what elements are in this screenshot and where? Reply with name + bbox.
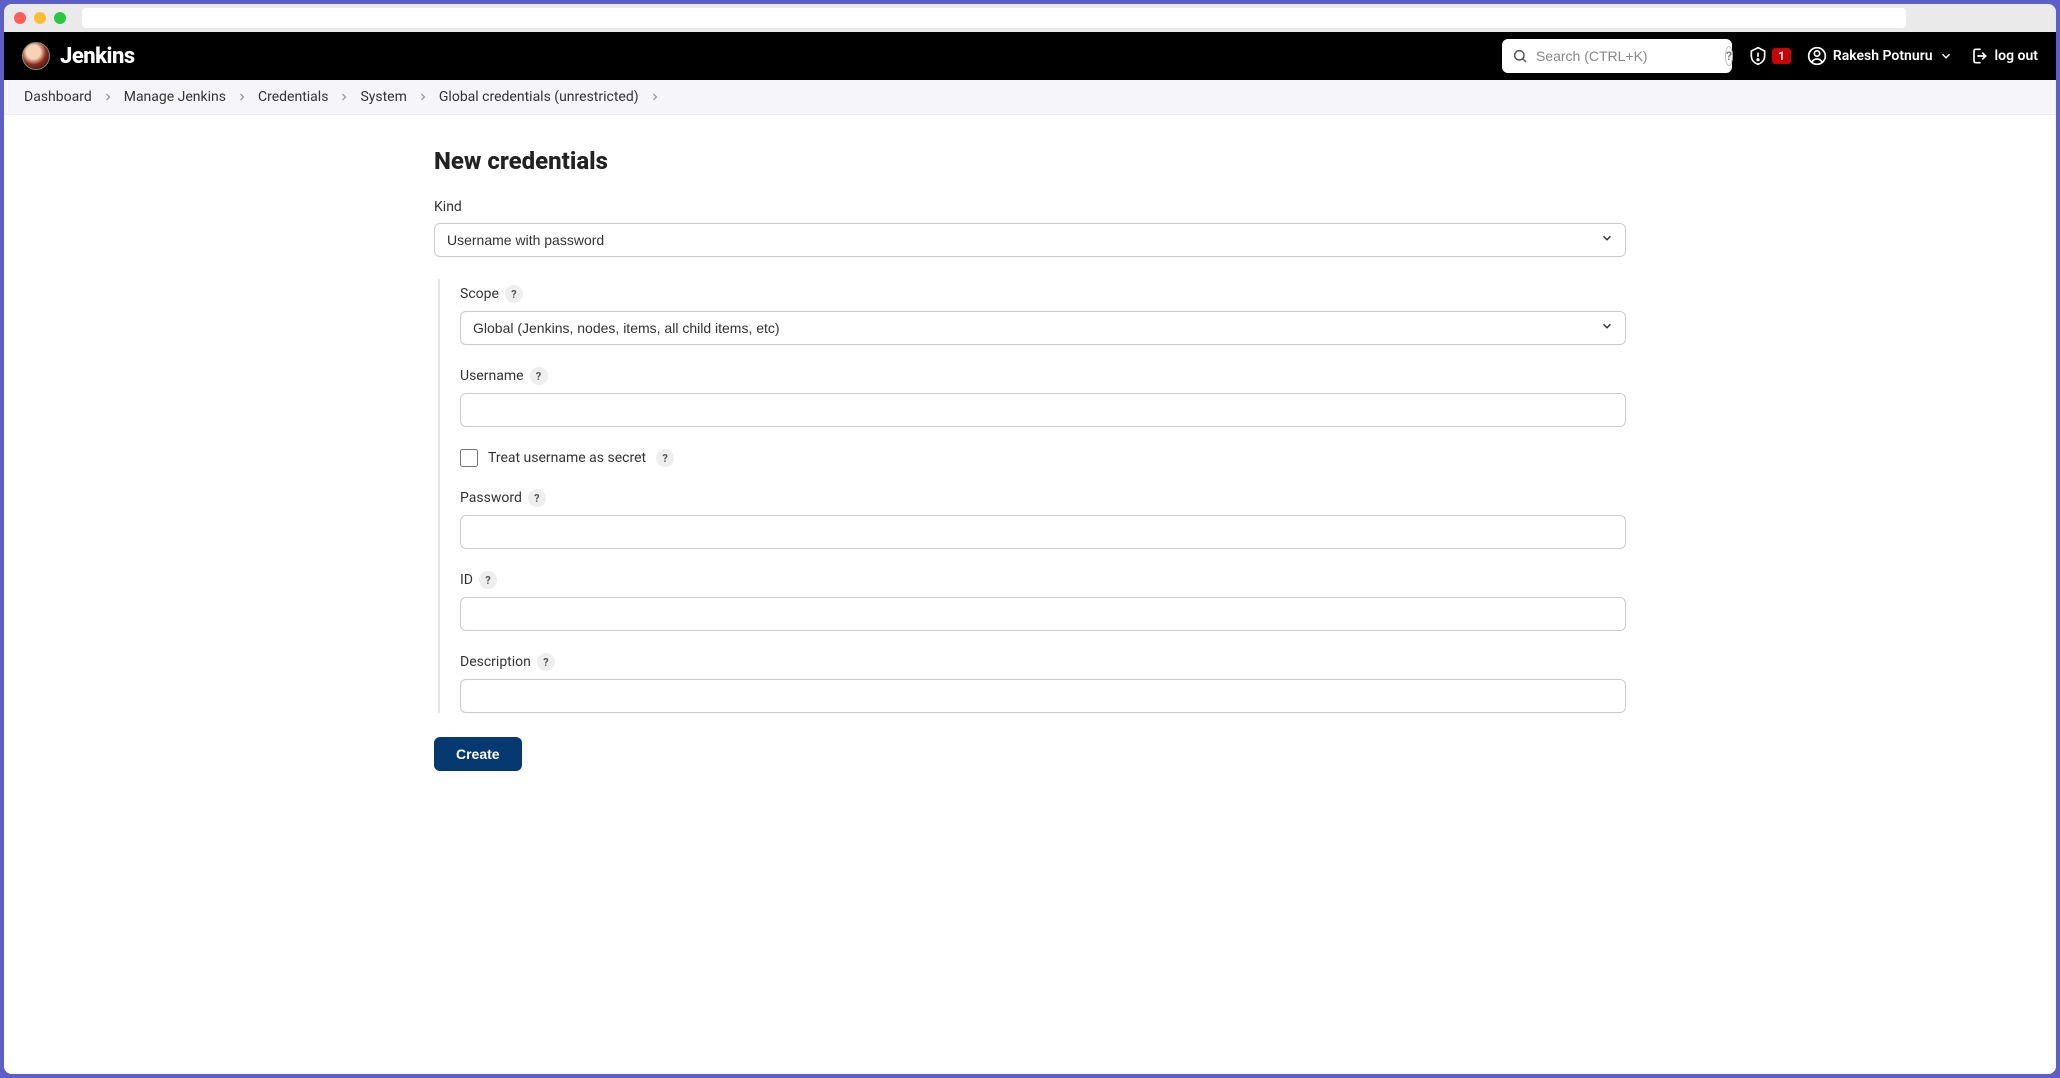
window-maximize-button[interactable] — [54, 12, 66, 24]
treat-secret-label: Treat username as secret — [488, 450, 646, 466]
jenkins-logo-icon — [22, 42, 50, 70]
password-input[interactable] — [460, 515, 1626, 549]
breadcrumb-item-system[interactable]: System — [360, 89, 406, 105]
description-input[interactable] — [460, 679, 1626, 713]
search-box[interactable]: ? — [1502, 39, 1732, 73]
chevron-right-icon — [338, 91, 350, 103]
chevron-down-icon — [1939, 49, 1953, 63]
form: New credentials Kind Username with passw… — [410, 115, 1650, 811]
field-username: Username ? — [460, 367, 1626, 427]
chevron-right-icon — [102, 91, 114, 103]
field-id: ID ? — [460, 571, 1626, 631]
username-label: Username — [460, 368, 524, 384]
search-icon — [1512, 48, 1528, 64]
logout-icon — [1969, 46, 1989, 66]
breadcrumb-item-manage-jenkins[interactable]: Manage Jenkins — [124, 89, 226, 105]
field-treat-secret: Treat username as secret ? — [460, 449, 1626, 467]
password-help-icon[interactable]: ? — [528, 489, 546, 507]
brand-name: Jenkins — [60, 44, 135, 69]
shield-alert-icon — [1748, 46, 1768, 66]
page-title: New credentials — [434, 147, 1626, 175]
browser-window: Jenkins ? 1 Rakesh Potnuru — [4, 4, 2056, 1074]
user-menu[interactable]: Rakesh Potnuru — [1807, 46, 1953, 66]
kind-select[interactable]: Username with password — [434, 223, 1626, 257]
user-name: Rakesh Potnuru — [1833, 48, 1933, 64]
breadcrumb-item-global-credentials[interactable]: Global credentials (unrestricted) — [439, 89, 639, 105]
alerts-button[interactable]: 1 — [1748, 46, 1791, 66]
kind-details: Scope ? Global (Jenkins, nodes, items, a… — [438, 279, 1626, 713]
id-input[interactable] — [460, 597, 1626, 631]
window-minimize-button[interactable] — [34, 12, 46, 24]
logout-label: log out — [1995, 48, 2038, 64]
id-help-icon[interactable]: ? — [479, 571, 497, 589]
chevron-right-icon — [649, 91, 661, 103]
search-input[interactable] — [1536, 48, 1717, 64]
treat-secret-help-icon[interactable]: ? — [656, 449, 674, 467]
search-help-icon[interactable]: ? — [1725, 46, 1733, 66]
password-label: Password — [460, 490, 522, 506]
field-scope: Scope ? Global (Jenkins, nodes, items, a… — [460, 285, 1626, 345]
field-password: Password ? — [460, 489, 1626, 549]
breadcrumb-item-dashboard[interactable]: Dashboard — [24, 89, 92, 105]
breadcrumb-item-credentials[interactable]: Credentials — [258, 89, 328, 105]
field-kind: Kind Username with password — [434, 199, 1626, 257]
titlebar — [4, 4, 2056, 32]
scope-label: Scope — [460, 286, 499, 302]
scope-help-icon[interactable]: ? — [505, 285, 523, 303]
create-button[interactable]: Create — [434, 737, 522, 771]
description-help-icon[interactable]: ? — [537, 653, 555, 671]
url-bar[interactable] — [82, 8, 1906, 28]
logout-button[interactable]: log out — [1969, 46, 2038, 66]
scope-select[interactable]: Global (Jenkins, nodes, items, all child… — [460, 311, 1626, 345]
chevron-right-icon — [236, 91, 248, 103]
description-label: Description — [460, 654, 531, 670]
id-label: ID — [460, 572, 473, 588]
user-icon — [1807, 46, 1827, 66]
topnav-right: ? 1 Rakesh Potnuru — [1502, 39, 2038, 73]
main-content: New credentials Kind Username with passw… — [4, 115, 2056, 1074]
window-close-button[interactable] — [14, 12, 26, 24]
brand[interactable]: Jenkins — [22, 42, 135, 70]
username-input[interactable] — [460, 393, 1626, 427]
kind-label: Kind — [434, 199, 462, 215]
field-description: Description ? — [460, 653, 1626, 713]
alert-badge: 1 — [1772, 48, 1791, 64]
chevron-right-icon — [417, 91, 429, 103]
username-help-icon[interactable]: ? — [530, 367, 548, 385]
breadcrumb: Dashboard Manage Jenkins Credentials Sys… — [4, 80, 2056, 115]
top-navbar: Jenkins ? 1 Rakesh Potnuru — [4, 32, 2056, 80]
treat-secret-checkbox[interactable] — [460, 449, 478, 467]
